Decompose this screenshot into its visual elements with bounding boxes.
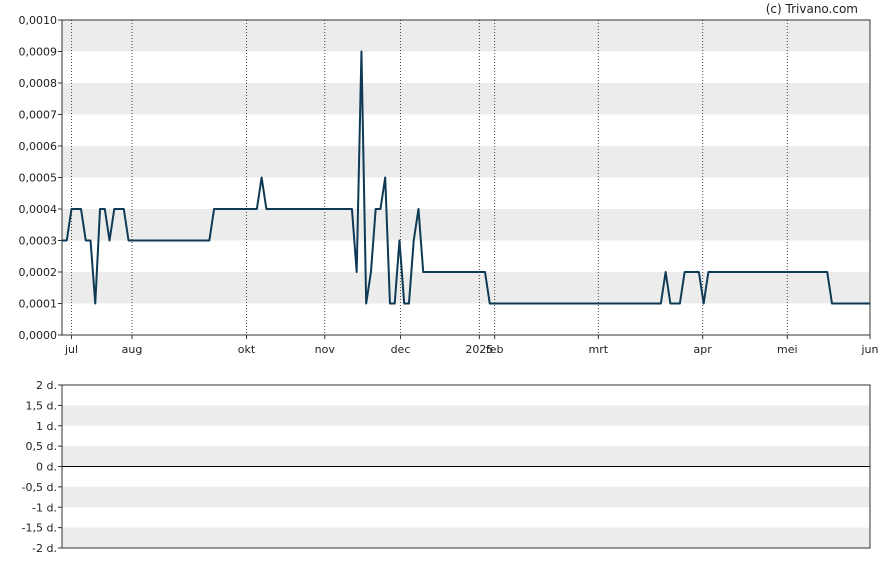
y-tick-label: 0,0008 [19,77,58,90]
y-tick-label: 2 d. [36,379,57,392]
x-tick-label: dec [391,343,411,356]
y-tick-label: 0,0010 [19,14,58,27]
y-tick-label: 1,5 d. [26,399,57,412]
x-tick-label: jul [64,343,78,356]
x-tick-label: mrt [589,343,609,356]
x-tick-label: okt [238,343,256,356]
price-chart-band [62,272,870,304]
y-tick-label: 0,0009 [19,46,58,59]
price-chart: 0,0000 0,0001 0,0002 0,0003 0,0004 0,0005 0,00… [19,14,879,356]
volume-chart: 2 d. 1,5 d. 1 d. 0,5 d. 0 d. -0,5 d. -1 d. -1,5… [22,379,871,555]
x-tick-label: aug [122,343,143,356]
x-tick-label: apr [694,343,713,356]
price-chart-band [62,146,870,178]
copyright-label: (c) Trivano.com [766,2,858,16]
price-chart-bands [62,20,870,304]
volume-chart-band [62,405,870,426]
y-tick-label: 0,0002 [19,266,58,279]
chart-canvas: (c) Trivano.com 0,0000 0,0001 0,0002 0,0003… [19,2,879,555]
y-tick-label: 0,0006 [19,140,58,153]
volume-chart-bands [62,405,870,548]
y-tick-label: 0,0001 [19,298,58,311]
price-chart-band [62,209,870,241]
y-tick-label: 0,0003 [19,235,58,248]
price-chart-band [62,20,870,52]
y-tick-label: 0,0005 [19,172,58,185]
x-tick-label: mei [777,343,798,356]
volume-chart-y-axis: 2 d. 1,5 d. 1 d. 0,5 d. 0 d. -0,5 d. -1 d. -1,5… [22,379,62,555]
price-chart-band [62,83,870,115]
y-tick-label: -1 d. [32,501,57,514]
volume-chart-band [62,446,870,467]
x-tick-label: feb [486,343,504,356]
volume-chart-band [62,486,870,508]
x-tick-label: jun [861,343,879,356]
y-tick-label: 0 d. [36,461,57,474]
y-tick-label: -2 d. [32,542,57,555]
y-tick-label: 0,0000 [19,329,58,342]
y-tick-label: -1,5 d. [22,522,57,535]
x-tick-label: nov [315,343,336,356]
y-tick-label: 1 d. [36,420,57,433]
price-chart-x-axis: jul aug okt nov dec 2025feb mrt apr mei jun [64,335,879,356]
price-chart-y-axis: 0,0000 0,0001 0,0002 0,0003 0,0004 0,0005 0,00… [19,14,62,342]
y-tick-label: 0,0004 [19,203,58,216]
y-tick-label: 0,0007 [19,109,58,122]
volume-chart-band [62,527,870,548]
y-tick-label: -0,5 d. [22,481,57,494]
y-tick-label: 0,5 d. [26,440,57,453]
